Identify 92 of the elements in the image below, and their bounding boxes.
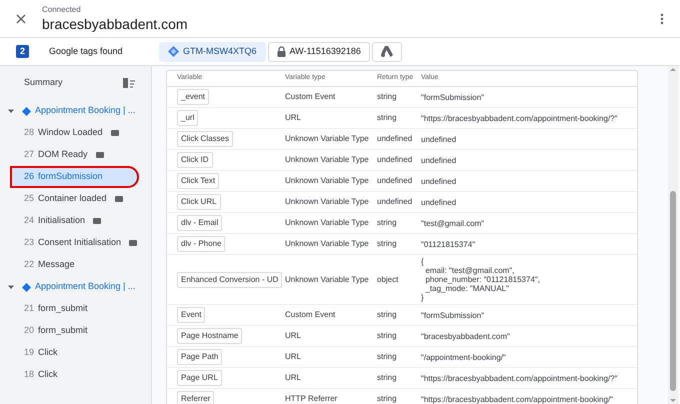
event-item[interactable]: 27 DOM Ready bbox=[0, 144, 143, 166]
return-type: string bbox=[377, 331, 398, 341]
variable-type: URL bbox=[285, 373, 302, 383]
variable-name: _event bbox=[177, 89, 210, 105]
variable-name: Referrer bbox=[177, 391, 214, 404]
variable-value: "01121815374" bbox=[421, 240, 476, 248]
variable-type: Custom Event bbox=[285, 310, 336, 320]
variable-name: Click ID bbox=[177, 152, 213, 168]
variable-type: Unknown Variable Type bbox=[285, 274, 370, 284]
variable-type: URL bbox=[285, 331, 302, 341]
variable-value: undefined bbox=[421, 176, 458, 186]
variable-value: "https://bracesbyabbadent.com/appointment-booking/?" bbox=[421, 114, 618, 122]
variable-type: Custom Event bbox=[285, 92, 336, 102]
event-item[interactable]: 26 formSubmission bbox=[10, 166, 139, 188]
diamond-icon bbox=[22, 282, 31, 292]
tag-tab[interactable]: GTM-MSW4XTQ6 bbox=[159, 42, 266, 62]
variable-type: Unknown Variable Type bbox=[285, 155, 370, 165]
event-item[interactable]: 20 form_submit bbox=[0, 320, 143, 342]
variable-value: undefined bbox=[421, 198, 458, 206]
return-type: string bbox=[377, 310, 398, 320]
container-group[interactable]: Appointment Booking | ... bbox=[35, 280, 136, 294]
return-type: string bbox=[377, 239, 398, 249]
caret-icon[interactable] bbox=[8, 284, 14, 290]
variable-type: Unknown Variable Type bbox=[285, 176, 370, 186]
variable-type: URL bbox=[285, 352, 302, 362]
close-icon[interactable] bbox=[16, 14, 26, 24]
return-type: string bbox=[377, 352, 398, 362]
variable-type: Unknown Variable Type bbox=[285, 134, 370, 144]
return-type: undefined bbox=[377, 176, 414, 186]
variable-name: Click Classes bbox=[177, 131, 234, 147]
variable-name: _url bbox=[177, 110, 198, 126]
variable-name: Click Text bbox=[177, 173, 220, 189]
tag-count: 2 bbox=[16, 45, 29, 58]
event-item[interactable]: 28 Window Loaded bbox=[0, 122, 143, 144]
site-domain: bracesbyabbadent.com bbox=[42, 14, 189, 32]
variable-value: undefined bbox=[421, 134, 458, 144]
event-item[interactable]: 22 Message bbox=[0, 254, 143, 276]
clear-list-icon[interactable] bbox=[123, 78, 135, 88]
variable-type: Unknown Variable Type bbox=[285, 218, 370, 228]
return-type: string bbox=[377, 394, 398, 404]
variable-value: "formSubmission" bbox=[421, 310, 486, 320]
more-menu-icon[interactable] bbox=[660, 12, 664, 24]
variable-value: phone_number: "01121815374", bbox=[424, 275, 541, 284]
return-type: object bbox=[377, 274, 400, 284]
event-item[interactable]: 18 Click bbox=[0, 364, 143, 386]
variable-value: } bbox=[421, 293, 425, 302]
variable-value: "bracesbyabbadent.com" bbox=[421, 332, 511, 340]
variable-value: email: "test@gmail.com", bbox=[424, 266, 516, 275]
event-item[interactable]: 19 Click bbox=[0, 342, 143, 364]
tags-found-label: Google tags found bbox=[49, 44, 124, 58]
event-item[interactable]: 25 Container loaded bbox=[0, 188, 143, 210]
lock-icon bbox=[276, 46, 286, 57]
variable-name: dlv - Email bbox=[177, 215, 222, 231]
event-item[interactable]: 21 form_submit bbox=[0, 298, 143, 320]
variable-value: "test@gmail.com" bbox=[421, 218, 486, 228]
connection-status: Connected bbox=[42, 4, 82, 14]
return-type: string bbox=[377, 218, 398, 228]
event-item[interactable]: 23 Consent Initialisation bbox=[0, 232, 143, 254]
return-type: undefined bbox=[377, 155, 414, 165]
return-type: string bbox=[377, 92, 398, 102]
variable-value: "/appointment-booking/" bbox=[421, 352, 507, 362]
return-type: undefined bbox=[377, 134, 414, 144]
tag-tab[interactable] bbox=[372, 42, 402, 62]
diamond-icon bbox=[168, 46, 179, 57]
variable-name: Page URL bbox=[177, 370, 222, 386]
return-type: string bbox=[377, 113, 398, 123]
variable-type: Unknown Variable Type bbox=[285, 197, 370, 207]
variable-type: Unknown Variable Type bbox=[285, 239, 370, 249]
variable-name: Enhanced Conversion - UD bbox=[177, 272, 282, 288]
tag-tab[interactable]: AW-11516392186 bbox=[268, 42, 370, 62]
variable-value: "formSubmission" bbox=[421, 92, 486, 102]
summary-link[interactable]: Summary bbox=[24, 76, 63, 90]
variable-value: { bbox=[421, 257, 425, 266]
variable-type: HTTP Referrer bbox=[285, 394, 338, 404]
variable-name: dlv - Phone bbox=[177, 236, 226, 252]
variable-name: Page Hostname bbox=[177, 328, 242, 344]
variable-value: "https://bracesbyabbadent.com/appointment-booking/" bbox=[421, 394, 614, 404]
variable-name: Page Path bbox=[177, 349, 222, 365]
variable-name: Click URL bbox=[177, 194, 221, 210]
variable-name: Event bbox=[177, 307, 206, 323]
variable-type: URL bbox=[285, 113, 302, 123]
variable-value: "https://bracesbyabbadent.com/appointment-booking/?" bbox=[421, 374, 618, 382]
event-item[interactable]: 24 Initialisation bbox=[0, 210, 143, 232]
scrollbar[interactable] bbox=[668, 66, 678, 404]
variable-value: undefined bbox=[421, 156, 458, 164]
diamond-icon bbox=[22, 106, 31, 116]
triangle-logo-icon bbox=[380, 46, 393, 57]
return-type: string bbox=[377, 373, 398, 383]
container-group[interactable]: Appointment Booking | ... bbox=[35, 104, 136, 118]
return-type: undefined bbox=[377, 197, 414, 207]
variable-value: _tag_mode: "MANUAL" bbox=[424, 284, 510, 293]
caret-icon[interactable] bbox=[8, 108, 14, 114]
